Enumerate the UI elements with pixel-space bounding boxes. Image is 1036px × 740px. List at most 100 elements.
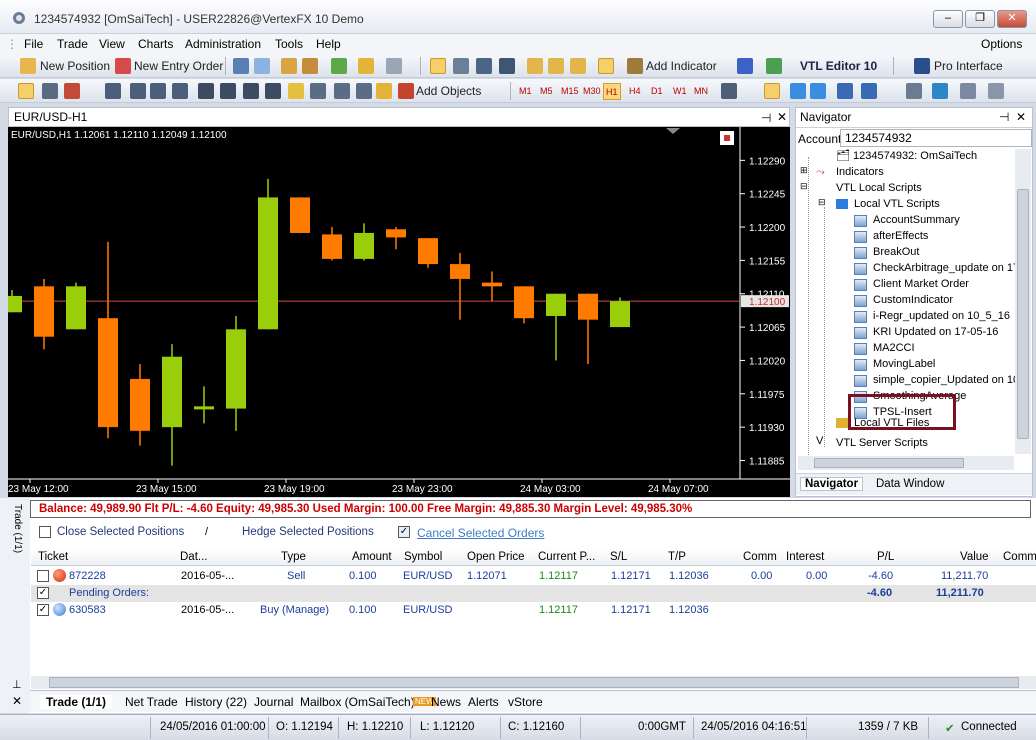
tree-script-1[interactable]: AccountSummary [873, 214, 960, 226]
crosshair-icon[interactable] [42, 83, 58, 99]
new-position-icon[interactable] [20, 58, 36, 74]
new-entry-order-icon[interactable] [115, 58, 131, 74]
globe-icon[interactable] [932, 83, 948, 99]
line-chart-icon[interactable] [476, 58, 492, 74]
refresh-icon[interactable] [331, 58, 347, 74]
col-amount[interactable]: Amount [352, 551, 392, 563]
hedge-selected-link[interactable]: Hedge Selected Positions [242, 526, 374, 538]
tab-alerts[interactable]: Alerts [468, 695, 499, 709]
cancel-selected-checkbox[interactable]: ✓ [398, 526, 410, 538]
back-icon[interactable] [790, 83, 806, 99]
trade-close-icon[interactable]: ✕ [12, 694, 22, 708]
tree-local-vtl-scripts[interactable]: Local VTL Scripts [854, 198, 940, 210]
menu-trade[interactable]: Trade [57, 37, 88, 51]
users-icon[interactable] [281, 58, 297, 74]
expert-icon[interactable] [766, 58, 782, 74]
trade-pin-icon[interactable]: ⊥ [12, 678, 22, 691]
tree-script-11[interactable]: simple_copier_Updated on 10 [873, 374, 1016, 386]
tab-vstore[interactable]: vStore [508, 695, 543, 709]
row-checkbox[interactable] [37, 570, 49, 582]
col-comm2[interactable]: Comm [1003, 551, 1036, 563]
navigator-close-icon[interactable]: ✕ [1016, 108, 1026, 127]
tree-indicators[interactable]: Indicators [836, 166, 884, 178]
tab-history[interactable]: History (22) [185, 695, 247, 709]
new-entry-order-button[interactable]: New Entry Order [134, 59, 223, 73]
fibo-expansion-icon[interactable] [243, 83, 259, 99]
tools-icon[interactable] [988, 83, 1004, 99]
pending-checkbox[interactable]: ✓ [37, 587, 49, 599]
pin-icon[interactable]: ⊣ [761, 109, 771, 127]
restore-button[interactable]: ❐ [965, 10, 995, 28]
menu-help[interactable]: Help [316, 37, 341, 51]
col-ticket[interactable]: Ticket [38, 551, 68, 563]
sound-icon[interactable] [386, 58, 402, 74]
table-row[interactable]: ✓ 630583 2016-05-... Buy (Manage) 0.100 … [31, 602, 1036, 619]
tree-script-6[interactable]: CustomIndicator [873, 294, 953, 306]
expand-indicators-icon[interactable]: ⊞ [800, 165, 808, 176]
tab-data-window[interactable]: Data Window [876, 478, 944, 490]
tree-vtl-local-scripts[interactable]: VTL Local Scripts [836, 182, 922, 194]
cursor-icon[interactable] [18, 83, 34, 99]
col-comm[interactable]: Comm [743, 551, 777, 563]
timeframe-h4[interactable]: H4 [627, 83, 643, 100]
bar-chart-icon[interactable] [430, 58, 446, 74]
group-icon[interactable] [302, 58, 318, 74]
tree-script-5[interactable]: Client Market Order [873, 278, 969, 290]
collapse-vtl-local-icon[interactable]: ⊟ [800, 181, 808, 192]
pro-interface-button[interactable]: Pro Interface [934, 59, 1003, 73]
minimize-button[interactable]: – [933, 10, 963, 28]
menu-administration[interactable]: Administration [185, 37, 261, 51]
col-type[interactable]: Type [281, 551, 306, 563]
first-icon[interactable] [837, 83, 853, 99]
tree-script-3[interactable]: BreakOut [873, 246, 919, 258]
fibo-fan-icon[interactable] [220, 83, 236, 99]
tree-script-10[interactable]: MovingLabel [873, 358, 935, 370]
arrow-icon[interactable] [172, 83, 188, 99]
signal-icon[interactable] [254, 58, 270, 74]
template-icon[interactable] [737, 58, 753, 74]
timeframe-mn[interactable]: MN [692, 83, 710, 100]
account-icon[interactable] [233, 58, 249, 74]
zoom-fit-icon[interactable] [570, 58, 586, 74]
add-indicator-icon[interactable] [627, 58, 643, 74]
add-line-icon[interactable] [64, 83, 80, 99]
col-interest[interactable]: Interest [786, 551, 824, 563]
col-sl[interactable]: S/L [610, 551, 627, 563]
cancel-selected-link[interactable]: Cancel Selected Orders [417, 526, 544, 540]
marker-icon[interactable] [356, 83, 372, 99]
tab-trade[interactable]: Trade (1/1) [40, 695, 113, 709]
close-selected-checkbox[interactable] [39, 526, 51, 538]
menu-options[interactable]: Options [981, 37, 1022, 51]
pencil-icon[interactable] [288, 83, 304, 99]
new-position-button[interactable]: New Position [40, 59, 110, 73]
chart-settings-icon[interactable] [721, 83, 737, 99]
tab-journal[interactable]: Journal [254, 695, 293, 709]
timeframe-d1[interactable]: D1 [649, 83, 665, 100]
tab-net-trade[interactable]: Net Trade [125, 695, 178, 709]
account-field[interactable]: 1234574932 [840, 129, 1032, 147]
chart-tab[interactable]: EUR/USD-H1 ⊣ ✕ [8, 107, 790, 127]
col-open-price[interactable]: Open Price [467, 551, 525, 563]
channel-icon[interactable] [150, 83, 166, 99]
tree-vtl-server-scripts[interactable]: VTL Server Scripts [836, 437, 928, 449]
candlestick-chart[interactable]: 1.122901.122451.122001.121551.121101.120… [2, 127, 790, 497]
navigator-hscroll[interactable] [798, 456, 1014, 470]
tab-news[interactable]: News [431, 695, 461, 709]
tree-account[interactable]: 1234574932: OmSaiTech [853, 150, 977, 162]
last-icon[interactable] [861, 83, 877, 99]
label-icon[interactable] [334, 83, 350, 99]
row-checkbox[interactable]: ✓ [37, 604, 49, 616]
tree-script-8[interactable]: KRI Updated on 17-05-16 [873, 326, 998, 338]
hline-icon[interactable] [105, 83, 121, 99]
timeframe-h1[interactable]: H1 [603, 83, 621, 100]
timeframe-m30[interactable]: M30 [581, 83, 603, 100]
col-value[interactable]: Value [960, 551, 989, 563]
add-objects-icon[interactable] [398, 83, 414, 99]
timeframe-m1[interactable]: M1 [517, 83, 534, 100]
zoom-out-icon[interactable] [548, 58, 564, 74]
menu-charts[interactable]: Charts [138, 37, 173, 51]
add-indicator-button[interactable]: Add Indicator [646, 59, 717, 73]
close-selected-link[interactable]: Close Selected Positions [57, 526, 184, 538]
tab-mailbox[interactable]: Mailbox (OmSaiTech) [300, 695, 415, 709]
menu-file[interactable]: File [24, 37, 43, 51]
